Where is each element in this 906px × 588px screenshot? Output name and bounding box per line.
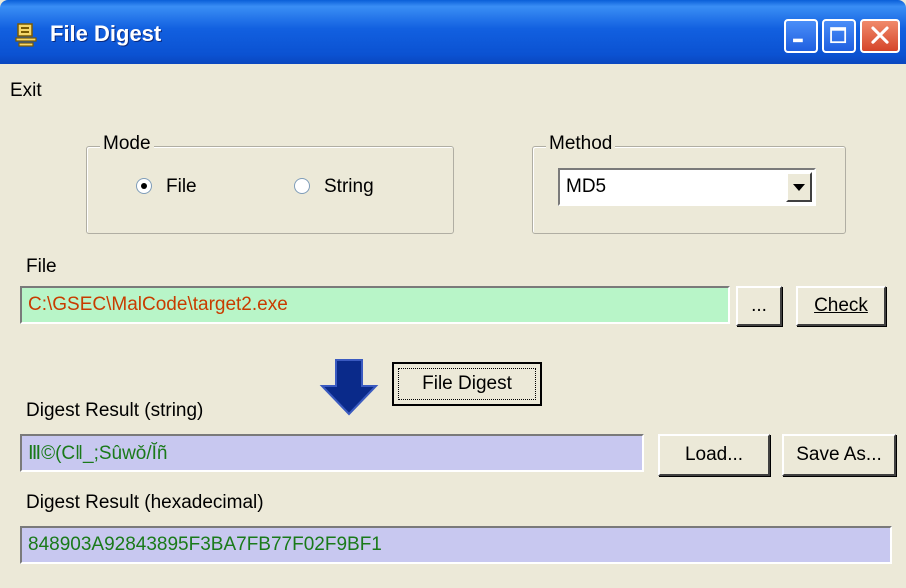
digest-hex-output[interactable]: 848903A92843895F3BA7FB77F02F9BF1 — [20, 526, 892, 564]
file-digest-button[interactable]: File Digest — [392, 362, 542, 406]
mode-legend: Mode — [100, 133, 154, 155]
arrow-down-icon — [319, 359, 379, 416]
save-as-button-label: Save As... — [796, 444, 882, 465]
file-path-input[interactable]: C:\GSEC\MalCode\target2.exe — [20, 286, 730, 324]
check-button-label: Check — [814, 295, 868, 316]
browse-button[interactable]: ... — [736, 286, 782, 326]
close-button[interactable] — [860, 19, 900, 53]
close-icon — [871, 26, 889, 44]
digest-string-label: Digest Result (string) — [26, 400, 204, 421]
method-selected-value: MD5 — [566, 176, 607, 197]
file-digest-button-label: File Digest — [422, 373, 512, 394]
file-label: File — [26, 256, 57, 277]
load-button[interactable]: Load... — [658, 434, 770, 476]
app-icon — [15, 23, 37, 47]
menu-exit[interactable]: Exit — [10, 80, 42, 102]
minimize-icon — [793, 38, 803, 43]
load-button-label: Load... — [684, 444, 744, 465]
digest-hex-label: Digest Result (hexadecimal) — [26, 492, 264, 513]
method-select[interactable]: MD5 — [558, 168, 816, 206]
method-dropdown-button[interactable] — [786, 172, 812, 202]
window-title: File Digest — [50, 21, 162, 46]
chevron-down-icon — [793, 184, 805, 191]
radio-string[interactable] — [294, 178, 310, 194]
digest-string-output[interactable]: Ⅲ©(C‖_;Sûwǒ/Ĭñ — [20, 434, 644, 472]
title-bar[interactable]: File Digest — [0, 0, 906, 64]
radio-string-label[interactable]: String — [324, 176, 374, 198]
browse-button-label: ... — [751, 295, 767, 316]
save-as-button[interactable]: Save As... — [782, 434, 896, 476]
menu-bar — [0, 64, 906, 104]
maximize-button[interactable] — [822, 19, 856, 53]
app-window: File Digest Exit Mode File String Method — [0, 0, 906, 588]
radio-file-label[interactable]: File — [166, 176, 197, 198]
radio-file[interactable] — [136, 178, 152, 194]
check-button[interactable]: Check — [796, 286, 886, 326]
radio-dot — [141, 183, 147, 189]
maximize-icon — [830, 27, 847, 44]
method-legend: Method — [546, 133, 616, 155]
minimize-button[interactable] — [784, 19, 818, 53]
